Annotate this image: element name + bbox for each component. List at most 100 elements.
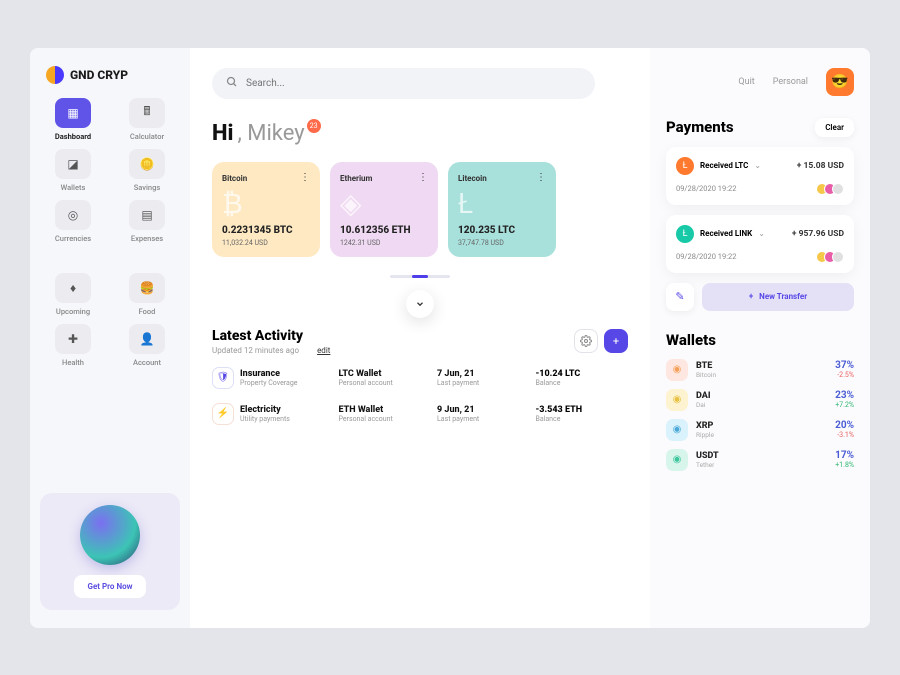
top-links: Quit Personal 😎: [666, 68, 854, 96]
brand-name: GND CRYP: [70, 68, 128, 82]
get-pro-button[interactable]: Get Pro Now: [74, 575, 147, 598]
nav-label: Calculator: [130, 132, 164, 141]
coin-symbol-icon: ◈: [340, 187, 428, 221]
clear-button[interactable]: Clear: [815, 118, 854, 137]
expand-button[interactable]: [406, 290, 434, 318]
personal-link[interactable]: Personal: [773, 77, 808, 87]
wallet-row-bte[interactable]: ◉ BTEBitcoin 37% -2.5%: [666, 359, 854, 381]
nav-label: Upcoming: [56, 307, 90, 316]
payment-avatars: [820, 183, 844, 195]
coin-name: Bitcoin: [222, 174, 310, 183]
wallet-percent: 20%: [835, 420, 854, 431]
wallet-row-xrp[interactable]: ◉ XRPRipple 20% -3.1%: [666, 419, 854, 441]
greeting: Hi , Mikey 23: [212, 121, 628, 146]
expenses-icon: ▤: [129, 200, 165, 230]
coin-usd: 1242.31 USD: [340, 239, 428, 247]
promo-orb-icon: [80, 505, 140, 565]
wallet-name: Bitcoin: [696, 371, 716, 379]
coin-symbol-icon: ₿: [222, 187, 310, 221]
activity-name: Electricity: [240, 405, 333, 415]
activity-balance: -3.543 ETH: [536, 405, 629, 415]
search-input[interactable]: [246, 78, 581, 89]
brand-logo: GND CRYP: [40, 66, 180, 84]
activity-desc: Utility payments: [240, 415, 333, 423]
payments-title: Payments: [666, 118, 734, 136]
main-panel: Hi , Mikey 23 Bitcoin ⋮ ₿ 0.2231345 BTC …: [190, 48, 650, 628]
promo-card: Get Pro Now: [40, 493, 180, 610]
coin-amount: 120.235 LTC: [458, 225, 546, 236]
search-icon: [226, 76, 238, 91]
payment-label: Received LTC: [700, 161, 748, 170]
transfer-edit-button[interactable]: ✎: [666, 283, 694, 311]
upcoming-icon: ♦: [55, 273, 91, 303]
activity-subtitle: Updated 12 minutes ago: [212, 346, 303, 355]
wallet-symbol: DAI: [696, 391, 711, 401]
payment-date: 09/28/2020 19:22: [676, 252, 736, 261]
coin-menu-icon[interactable]: ⋮: [300, 172, 310, 183]
coin-card-ltc[interactable]: Litecoin ⋮ Ł 120.235 LTC 37,747.78 USD: [448, 162, 556, 257]
savings-icon: 🪙: [129, 149, 165, 179]
grid-icon: ▦: [55, 98, 91, 128]
payment-card[interactable]: Ł Received LTC ⌄ + 15.08 USD 09/28/2020 …: [666, 147, 854, 205]
activity-row[interactable]: ⚡ ElectricityUtility payments ETH Wallet…: [212, 403, 628, 425]
payment-amount: + 957.96 USD: [792, 229, 844, 239]
coin-menu-icon[interactable]: ⋮: [536, 172, 546, 183]
plus-icon: +: [749, 292, 753, 301]
payment-coin-icon: Ł: [676, 225, 694, 243]
new-transfer-button[interactable]: + New Transfer: [702, 283, 854, 311]
activity-desc: Property Coverage: [240, 379, 333, 387]
activity-row[interactable]: 🛡 InsuranceProperty Coverage LTC WalletP…: [212, 367, 628, 389]
sidebar: GND CRYP ▦Dashboard 🖩 Calculator ◪Wallets🪙S…: [30, 48, 190, 628]
nav-item-health[interactable]: ✚Health: [40, 324, 106, 367]
activity-title: Latest Activity: [212, 328, 303, 344]
calculator-icon: 🖩: [129, 98, 165, 128]
nav-label: Expenses: [131, 234, 163, 243]
nav-item-dashboard[interactable]: ▦Dashboard: [40, 98, 106, 141]
chevron-down-icon[interactable]: ⌄: [758, 229, 765, 238]
wallet-coin-icon: ◉: [666, 389, 688, 411]
nav-label: Wallets: [61, 183, 86, 192]
wallet-percent: 17%: [835, 450, 854, 461]
coin-amount: 10.612356 ETH: [340, 225, 428, 236]
nav-label: Currencies: [55, 234, 91, 243]
coin-card-btc[interactable]: Bitcoin ⋮ ₿ 0.2231345 BTC 11,032.24 USD: [212, 162, 320, 257]
activity-header: Latest Activity Updated 12 minutes ago e…: [212, 328, 628, 355]
health-icon: ✚: [55, 324, 91, 354]
payment-card[interactable]: Ł Received LINK ⌄ + 957.96 USD 09/28/202…: [666, 215, 854, 273]
wallet-name: Tether: [696, 461, 719, 469]
wallet-symbol: XRP: [696, 421, 714, 431]
wallet-coin-icon: ◉: [666, 359, 688, 381]
coin-menu-icon[interactable]: ⋮: [418, 172, 428, 183]
wallet-change: +1.8%: [835, 461, 854, 469]
quit-link[interactable]: Quit: [738, 77, 754, 87]
wallet-row-usdt[interactable]: ◉ USDTTether 17% +1.8%: [666, 449, 854, 471]
nav-item-food[interactable]: 🍔Food: [114, 273, 180, 316]
payment-amount: + 15.08 USD: [797, 161, 844, 171]
greeting-hi: Hi: [212, 121, 233, 146]
activity-date: 9 Jun, 21: [437, 405, 530, 415]
nav-item-upcoming[interactable]: ♦ Upcoming: [40, 273, 106, 316]
currency-icon: ◎: [55, 200, 91, 230]
activity-settings-button[interactable]: [574, 329, 598, 353]
activity-edit-link[interactable]: edit: [317, 346, 330, 355]
activity-wallet: ETH Wallet: [339, 405, 432, 415]
notification-badge[interactable]: 23: [307, 119, 321, 133]
chevron-down-icon[interactable]: ⌄: [754, 161, 761, 170]
activity-add-button[interactable]: +: [604, 329, 628, 353]
avatar[interactable]: 😎: [826, 68, 854, 96]
nav-item-account[interactable]: 👤Account: [114, 324, 180, 367]
nav-item-wallets[interactable]: ◪Wallets: [40, 149, 106, 192]
nav-item-currencies[interactable]: ◎ Currencies: [40, 200, 106, 243]
greeting-name: , Mikey: [237, 121, 304, 146]
wallet-row-dai[interactable]: ◉ DAIDai 23% +7.2%: [666, 389, 854, 411]
food-icon: 🍔: [129, 273, 165, 303]
nav-item-expenses[interactable]: ▤ Expenses: [114, 200, 180, 243]
search-bar[interactable]: [212, 68, 595, 99]
wallet-coin-icon: ◉: [666, 449, 688, 471]
payment-coin-icon: Ł: [676, 157, 694, 175]
nav-item-savings[interactable]: 🪙Savings: [114, 149, 180, 192]
coin-card-eth[interactable]: Etherium ⋮ ◈ 10.612356 ETH 1242.31 USD: [330, 162, 438, 257]
account-icon: 👤: [129, 324, 165, 354]
coin-name: Litecoin: [458, 174, 546, 183]
nav-item-calculator[interactable]: 🖩 Calculator: [114, 98, 180, 141]
